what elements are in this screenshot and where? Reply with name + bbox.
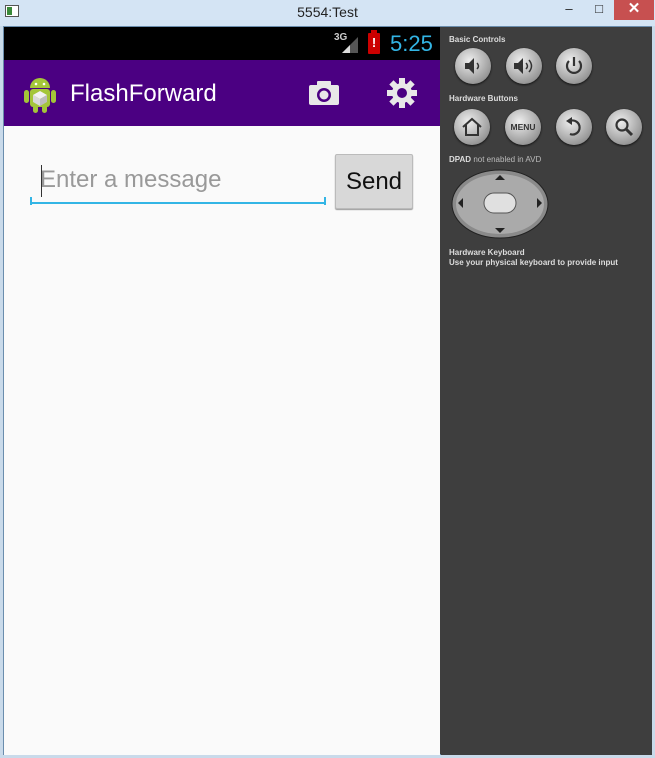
hardware-keyboard-hint: Use your physical keyboard to provide in… — [449, 258, 618, 267]
status-clock: 5:25 — [390, 31, 433, 56]
camera-icon[interactable] — [304, 75, 344, 111]
dpad-title: DPAD — [449, 155, 472, 164]
search-button[interactable] — [606, 109, 642, 145]
close-button[interactable]: ✕ — [614, 0, 654, 20]
back-button[interactable] — [556, 109, 592, 145]
status-bar: 3G ! 5:25 — [4, 27, 440, 60]
message-input[interactable] — [30, 158, 326, 204]
signal-icon — [342, 37, 358, 53]
settings-gear-icon[interactable] — [382, 73, 422, 113]
dpad-label: DPAD not enabled in AVD — [449, 155, 541, 164]
menu-button-label: MENU — [510, 122, 535, 132]
volume-up-icon — [514, 58, 533, 74]
hardware-buttons-label: Hardware Buttons — [449, 94, 518, 103]
volume-up-button[interactable] — [506, 48, 542, 84]
battery-alert-mark: ! — [371, 35, 377, 50]
app-title: FlashForward — [70, 80, 217, 107]
menu-button[interactable]: MENU — [505, 109, 541, 145]
basic-controls-label: Basic Controls — [449, 35, 506, 44]
input-underline-edge-left — [30, 197, 32, 205]
volume-down-icon — [465, 58, 480, 74]
battery-alert-icon: ! — [368, 30, 380, 54]
hardware-keyboard-label: Hardware Keyboard — [449, 248, 525, 257]
maximize-button[interactable]: □ — [585, 0, 613, 20]
search-icon — [615, 118, 634, 137]
android-icon[interactable] — [22, 75, 58, 113]
power-button[interactable] — [556, 48, 592, 84]
action-bar: FlashForward — [4, 60, 440, 126]
home-button[interactable] — [454, 109, 490, 145]
dpad-status: not enabled in AVD — [473, 155, 542, 164]
send-button[interactable]: Send — [335, 154, 413, 209]
android-screen: 3G ! 5:25 FlashForward Enter a message S… — [4, 27, 440, 755]
back-icon — [566, 117, 581, 136]
window-titlebar: 5554:Test – □ ✕ — [0, 0, 655, 26]
volume-down-button[interactable] — [455, 48, 491, 84]
home-icon — [462, 117, 482, 136]
text-caret — [41, 165, 42, 197]
power-icon — [565, 57, 583, 74]
menu-icon: MENU — [510, 122, 535, 132]
emulator-controls-panel: Basic Controls Hardware Buttons MENU DPA… — [441, 27, 652, 755]
minimize-button[interactable]: – — [555, 0, 583, 20]
dpad-control[interactable] — [451, 169, 549, 239]
input-underline-edge-right — [324, 197, 326, 205]
